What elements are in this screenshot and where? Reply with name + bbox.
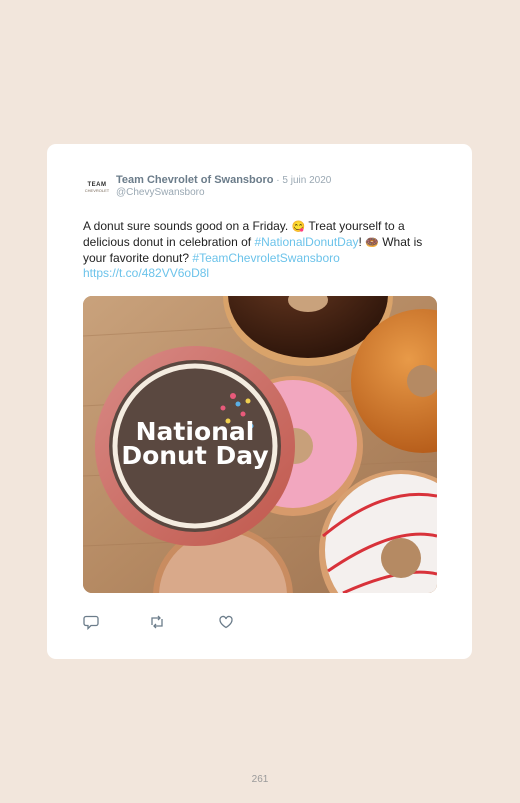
donut-emoji: 🍩 (365, 237, 379, 249)
avatar[interactable]: TEAM CHEVROLET (84, 177, 110, 197)
author-name[interactable]: Team Chevrolet of Swansboro (116, 174, 274, 186)
page-number: 261 (251, 774, 269, 785)
donut-photo: National Donut Day (83, 296, 437, 593)
tweet-media-image[interactable]: National Donut Day (83, 296, 437, 593)
heart-icon[interactable] (218, 614, 234, 630)
retweet-icon[interactable] (149, 614, 165, 630)
tweet-header: Team Chevrolet of Swansboro · 5 juin 202… (116, 174, 331, 187)
tweet-date[interactable]: 5 juin 2020 (282, 175, 331, 186)
tweet-text: A donut sure sounds good on a Friday. 😋 … (83, 219, 439, 281)
tweet-text-part: A donut sure sounds good on a Friday. (83, 219, 292, 233)
hashtag-national-donut-day[interactable]: #NationalDonutDay (254, 235, 358, 249)
badge-text-line2: Donut Day (121, 441, 268, 470)
tweet-short-link[interactable]: https://t.co/482VV6oD8l (83, 266, 209, 280)
hashtag-team-chevrolet[interactable]: #TeamChevroletSwansboro (192, 251, 339, 265)
tweet-card: TEAM CHEVROLET Team Chevrolet of Swansbo… (47, 144, 472, 659)
tweet-actions (83, 614, 283, 632)
avatar-logo-subtext: CHEVROLET (84, 187, 110, 193)
yum-emoji: 😋 (291, 221, 306, 233)
author-handle[interactable]: @ChevySwansboro (116, 187, 205, 198)
reply-icon[interactable] (83, 614, 99, 631)
